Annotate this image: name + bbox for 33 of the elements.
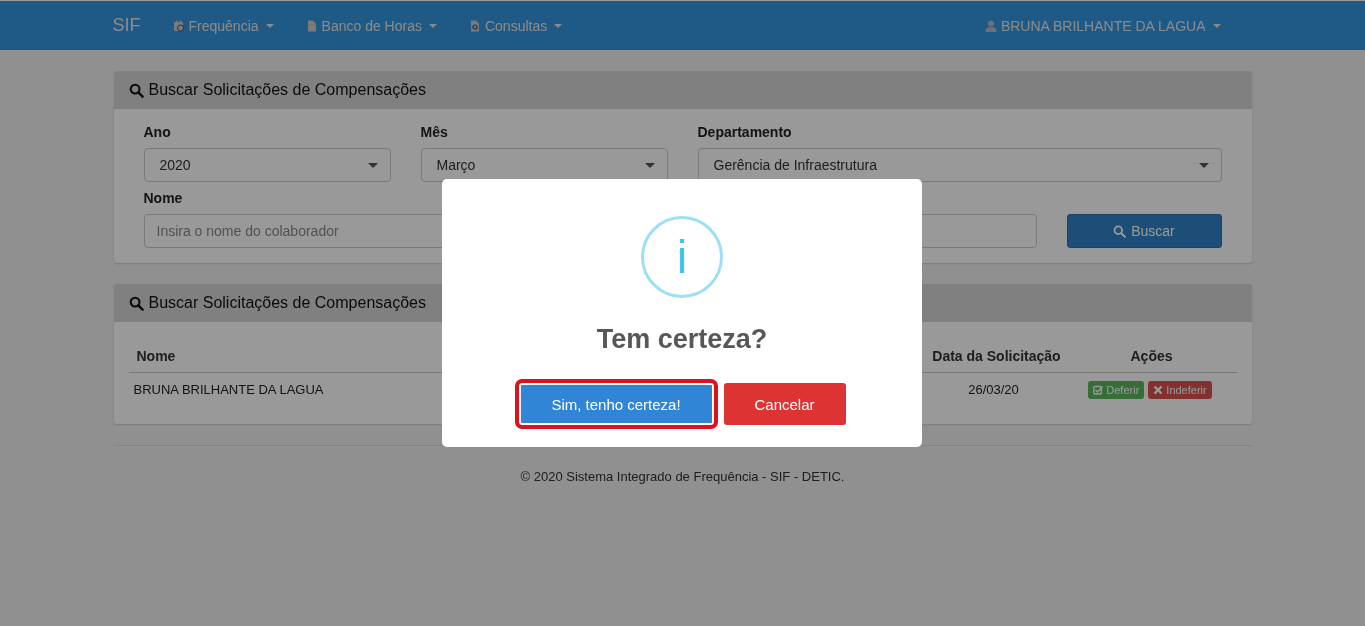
field-label: Ano: [143, 124, 172, 142]
user-menu[interactable]: BRUNA BRILHANTE DA LAGUA: [984, 17, 1221, 34]
dialog-title: Tem certeza?: [596, 324, 768, 355]
approve-button[interactable]: Deferir: [1088, 380, 1145, 399]
reject-button[interactable]: Indeferir: [1148, 380, 1212, 399]
nav-menu[interactable]: Frequência: [172, 17, 274, 34]
search-icon: [128, 82, 144, 98]
column-header: Nome: [135, 348, 177, 364]
panel-title: Buscar Solicitações de Compensações: [148, 294, 426, 312]
column-header: Data da Solicitação: [931, 348, 1062, 364]
footer-text: © 2020 Sistema Integrado de Frequência - SIF - DETIC.: [519, 469, 846, 484]
field-label: Mês: [420, 124, 449, 142]
document-search-icon: [468, 19, 481, 32]
field-label: Departamento: [697, 124, 793, 142]
table-cell-text: BRUNA BRILHANTE DA LAGUA: [132, 382, 325, 397]
checkbox-icon: [1093, 384, 1104, 395]
nav-menu[interactable]: Consultas: [468, 17, 563, 34]
info-icon: i: [641, 216, 723, 298]
search-icon: [128, 295, 144, 311]
field-label: Nome: [143, 190, 184, 208]
table-cell-text: 26/03/20: [967, 382, 1020, 397]
column-header: Ações: [1129, 348, 1174, 364]
search-button[interactable]: Buscar: [1066, 214, 1222, 248]
document-icon: [305, 19, 318, 32]
cancel-button[interactable]: Cancelar: [723, 383, 846, 425]
panel-title: Buscar Solicitações de Compensações: [148, 81, 426, 99]
close-icon: [1153, 384, 1164, 395]
nav-menu[interactable]: Banco de Horas: [305, 17, 437, 34]
calendar-icon: [172, 19, 185, 32]
search-icon: [1113, 224, 1127, 238]
brand-link[interactable]: SIF: [112, 15, 141, 36]
user-icon: [984, 19, 997, 32]
select-field[interactable]: 2020: [143, 148, 391, 182]
